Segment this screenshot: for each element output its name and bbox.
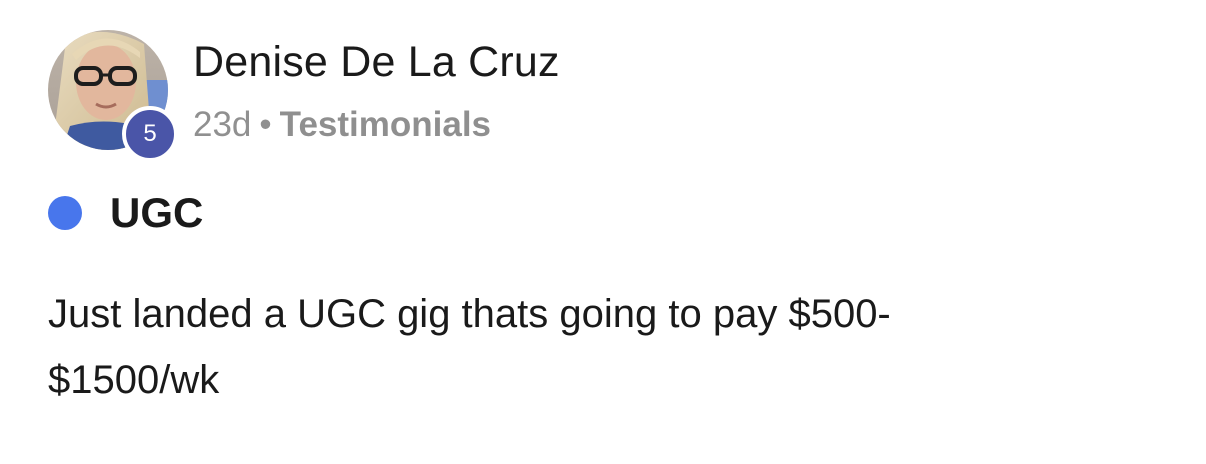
post-title-row: UGC xyxy=(48,190,203,236)
post-body-line: $1500/wk xyxy=(48,358,220,402)
post-body: Just landed a UGC gig thats going to pay… xyxy=(48,281,1148,413)
post-meta: 23d • Testimonials xyxy=(193,105,491,145)
post-category-link[interactable]: Testimonials xyxy=(280,105,491,144)
author-avatar-container[interactable]: 5 xyxy=(48,30,178,162)
author-name[interactable]: Denise De La Cruz xyxy=(193,38,560,87)
post-title: UGC xyxy=(110,189,204,236)
meta-separator: • xyxy=(259,105,272,144)
community-post: 5 Denise De La Cruz 23d • Testimonials UGC… xyxy=(0,0,1206,464)
post-age: 23d xyxy=(193,105,252,144)
level-badge: 5 xyxy=(122,106,178,162)
blue-dot-icon xyxy=(48,196,82,230)
post-body-line: Just landed a UGC gig thats going to pay… xyxy=(48,292,891,336)
